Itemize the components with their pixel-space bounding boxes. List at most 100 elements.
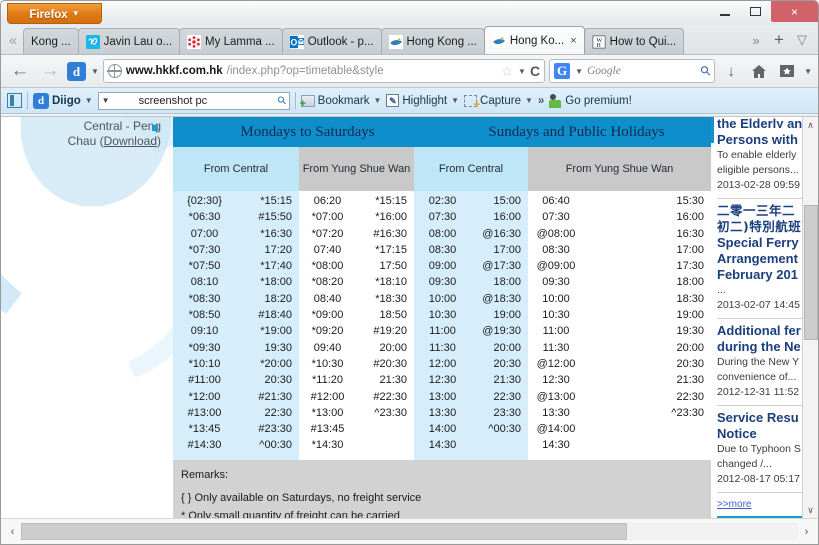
timetable-cell: 14:30 <box>428 439 457 452</box>
search-icon[interactable]: ⚲ <box>696 62 714 80</box>
go-premium-button[interactable]: Go premium! <box>549 93 632 108</box>
diigo-highlight-button[interactable]: ✎ Highlight ▼ <box>386 94 459 107</box>
minimize-button[interactable] <box>709 1 740 22</box>
new-tab-button[interactable]: + <box>769 29 789 51</box>
timetable-cell: #18:40 <box>258 309 292 322</box>
timetable-cell: @16:30 <box>482 227 521 240</box>
timetable-cell: 20:30 <box>676 357 704 370</box>
news-title-cjk-line1[interactable]: 二零一三年二 <box>717 203 814 219</box>
timetable-cell: *13:45 <box>188 423 221 436</box>
scroll-down-icon[interactable]: ∨ <box>803 502 819 518</box>
diigo-capture-button[interactable]: Capture ▼ <box>464 94 533 111</box>
news-item-1[interactable]: Persons with To enable elderly eligible … <box>717 128 814 199</box>
news-title-en-line2[interactable]: Arrangement <box>717 251 814 267</box>
vertical-scroll-thumb[interactable] <box>803 205 818 340</box>
timetable-cell: 07:30 <box>542 211 570 224</box>
tab-strip: « Kong ... Javin Lau o... My Lamma ... O… <box>1 25 818 55</box>
news-title-en-line3[interactable]: February 201 <box>717 267 814 283</box>
horizontal-scroll-thumb[interactable] <box>21 523 628 540</box>
chevron-down-icon[interactable]: ▼ <box>451 96 459 105</box>
back-button[interactable]: ← <box>7 59 33 83</box>
timetable-cell: #14:30 <box>187 439 222 452</box>
diigo-bookmark-button[interactable]: Bookmark▼ <box>300 94 381 110</box>
diigo-toolbar-icon[interactable]: d <box>67 61 86 81</box>
page-vertical-scrollbar[interactable]: ∧ ∨ <box>802 117 818 518</box>
chevron-down-icon[interactable]: ▼ <box>91 67 99 76</box>
reload-icon[interactable]: C <box>530 63 540 79</box>
timetable-cell: 07:30 <box>428 211 457 224</box>
chevron-down-icon[interactable]: ▼ <box>804 67 812 76</box>
download-link[interactable]: Download <box>104 134 157 148</box>
search-bar[interactable]: G ▼ Google ⚲ <box>549 59 716 83</box>
tab-outlook[interactable]: O Outlook - p... <box>281 28 382 54</box>
diigo-brand-label: Diigo <box>52 94 81 107</box>
news-title-cjk-line2[interactable]: 初二)特別航班 <box>717 219 814 235</box>
tab-close-icon[interactable]: × <box>570 35 576 47</box>
tab-hong-kong-1[interactable]: Hong Kong ... <box>380 28 485 54</box>
diigo-sidebar-icon[interactable] <box>7 93 22 108</box>
scroll-right-icon[interactable]: › <box>798 523 815 540</box>
tab-how-to-quit[interactable]: WH How to Qui... <box>583 28 685 54</box>
search-input[interactable]: Google <box>587 65 697 77</box>
page-left-column: Central - Peng Chau (Download) <box>1 117 173 518</box>
downloads-button[interactable]: ↓ <box>719 59 743 83</box>
tab-my-lamma[interactable]: My Lamma ... <box>179 28 283 54</box>
chevron-down-icon[interactable]: ▼ <box>85 96 93 105</box>
news-title[interactable]: Persons with <box>717 132 814 148</box>
diigo-search-input[interactable]: ▼ screenshot pc ⚲ <box>97 91 290 110</box>
tab-scroll-right-icon[interactable]: » <box>746 29 766 51</box>
timetable-cell: 15:30 <box>676 195 704 207</box>
news-title-line1[interactable]: Additional fer <box>717 323 814 339</box>
scroll-left-icon[interactable]: ‹ <box>4 523 21 540</box>
vertical-scroll-track[interactable] <box>803 133 819 502</box>
horizontal-scroll-track[interactable] <box>21 523 798 540</box>
diigo-brand[interactable]: d Diigo ▼ <box>33 92 93 109</box>
address-bar[interactable]: www.hkkf.com.hk/index.php?op=timetable&s… <box>102 59 546 83</box>
news-title-line2[interactable]: during the Ne <box>717 339 814 355</box>
timetable-cell: *16:30 <box>260 227 292 240</box>
tab-kong[interactable]: Kong ... <box>23 28 79 54</box>
chevron-down-icon[interactable]: ▼ <box>518 67 526 76</box>
news-title-line1[interactable]: Service Resu <box>717 410 814 426</box>
timetable-title-row: Mondays to Saturdays Sundays and Public … <box>173 117 711 147</box>
url-host: www.hkkf.com.hk <box>125 65 223 77</box>
title-bar: Firefox ▼ × <box>1 1 818 25</box>
download-arrow-icon: ↓ <box>727 62 735 80</box>
go-premium-label: Go premium! <box>565 94 632 107</box>
news-more-link[interactable]: >>more <box>717 493 814 512</box>
forward-button[interactable]: → <box>37 59 63 83</box>
forward-arrow-icon: → <box>40 60 60 81</box>
diigo-highlight-label: Highlight <box>402 94 448 107</box>
chevron-down-icon[interactable]: ▼ <box>373 96 381 105</box>
back-arrow-icon: ← <box>10 60 30 81</box>
news-title-en-line1[interactable]: Special Ferry <box>717 235 814 251</box>
search-icon[interactable]: ⚲ <box>274 93 289 108</box>
timetable-cell: @08:00 <box>536 227 576 240</box>
diigo-overflow-icon[interactable]: » <box>538 95 544 107</box>
news-item-3[interactable]: Additional fer during the Ne During the … <box>717 319 814 406</box>
ferry-icon <box>491 33 506 48</box>
news-item-4[interactable]: Service Resu Notice Due to Typhoon S cha… <box>717 406 814 493</box>
tab-scroll-left-icon[interactable]: « <box>3 26 23 54</box>
maximize-button[interactable] <box>740 1 771 22</box>
bookmarks-button[interactable] <box>775 59 799 83</box>
timetable-cell: *17:15 <box>375 243 407 256</box>
chevron-down-icon[interactable]: ▼ <box>525 96 533 105</box>
highlight-icon: ✎ <box>386 94 400 107</box>
firefox-menu-button[interactable]: Firefox ▼ <box>7 3 102 24</box>
timetable-cell: 08:00 <box>428 227 457 240</box>
scroll-up-icon[interactable]: ∧ <box>803 117 819 133</box>
chevron-down-icon[interactable]: ▼ <box>102 96 110 105</box>
page-horizontal-scrollbar[interactable]: ‹ › <box>1 518 818 544</box>
header-ms-from-central: From Central <box>173 147 299 191</box>
vimeo-icon <box>85 34 100 49</box>
tab-javin-lau[interactable]: Javin Lau o... <box>77 28 181 54</box>
list-all-tabs-icon[interactable]: ▽ <box>792 29 812 51</box>
news-item-2[interactable]: 二零一三年二 初二)特別航班 Special Ferry Arrangement… <box>717 199 814 319</box>
close-button[interactable]: × <box>771 1 818 22</box>
chevron-down-icon[interactable]: ▼ <box>575 67 583 76</box>
home-button[interactable] <box>747 59 771 83</box>
news-title-line2[interactable]: Notice <box>717 426 814 442</box>
bookmark-star-icon[interactable]: ☆ <box>500 63 513 80</box>
tab-hong-kong-2-active[interactable]: Hong Ko... × <box>483 26 585 54</box>
